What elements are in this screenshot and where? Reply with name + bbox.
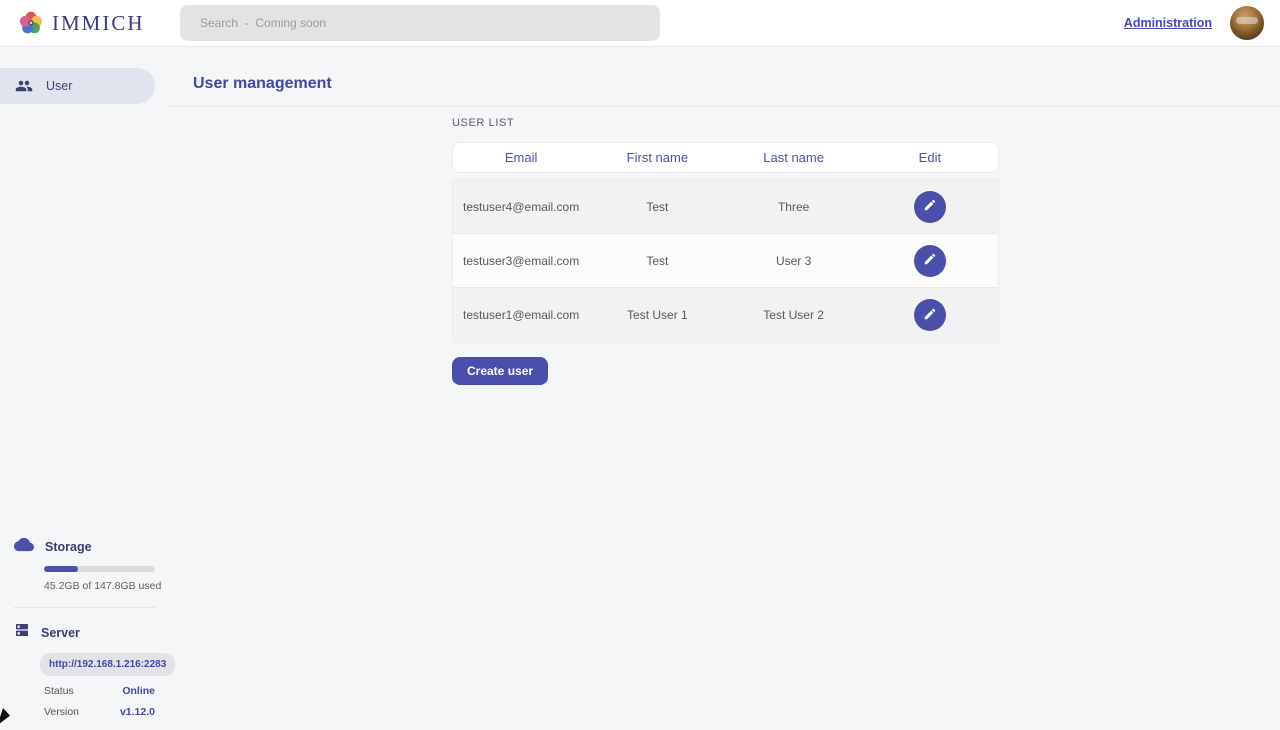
storage-usage-text: 45.2GB of 147.8GB used (44, 580, 170, 592)
cell-last-name: Three (726, 200, 862, 214)
table-row: testuser1@email.com Test User 1 Test Use… (453, 288, 998, 342)
app-title: IMMICH (52, 11, 145, 36)
storage-progress-bar (44, 566, 155, 572)
administration-link[interactable]: Administration (1124, 16, 1212, 30)
server-url-badge: http://192.168.1.216:2283 (40, 653, 175, 676)
storage-title: Storage (45, 540, 92, 554)
server-status-value: Online (122, 685, 155, 697)
sidebar-divider (14, 607, 155, 608)
storage-progress-fill (44, 566, 78, 572)
cell-first-name: Test User 1 (589, 308, 725, 322)
pencil-icon (923, 198, 937, 215)
cell-email: testuser3@email.com (453, 254, 589, 268)
server-version-value: v1.12.0 (120, 706, 155, 718)
page-title: User management (193, 75, 332, 93)
cell-email: testuser1@email.com (453, 308, 589, 322)
table-row: testuser3@email.com Test User 3 (453, 234, 998, 288)
pencil-icon (923, 252, 937, 269)
column-header-first-name: First name (589, 150, 725, 165)
sidebar-item-user[interactable]: User (0, 68, 155, 104)
edit-user-button[interactable] (914, 245, 946, 277)
create-user-button[interactable]: Create user (452, 357, 548, 385)
edit-user-button[interactable] (914, 191, 946, 223)
main-content: User management USER LIST Email First na… (170, 47, 1280, 730)
pencil-icon (923, 307, 937, 324)
user-table: testuser4@email.com Test Three testuser3… (452, 179, 999, 343)
cell-email: testuser4@email.com (453, 200, 589, 214)
users-icon (15, 77, 33, 95)
server-status-label: Status (44, 685, 74, 697)
top-navbar: IMMICH Administration (0, 0, 1280, 47)
app-logo: IMMICH (18, 10, 145, 36)
cell-first-name: Test (589, 200, 725, 214)
column-header-edit: Edit (862, 150, 998, 165)
sidebar-footer: Storage 45.2GB of 147.8GB used Server ht… (0, 537, 170, 730)
cell-last-name: Test User 2 (726, 308, 862, 322)
user-table-header: Email First name Last name Edit (452, 142, 999, 173)
edit-user-button[interactable] (914, 299, 946, 331)
server-icon (14, 622, 30, 643)
table-row: testuser4@email.com Test Three (453, 180, 998, 234)
cell-first-name: Test (589, 254, 725, 268)
cloud-icon (14, 537, 34, 557)
server-title: Server (41, 626, 80, 640)
immich-flower-icon (18, 10, 44, 36)
column-header-last-name: Last name (726, 150, 862, 165)
cell-last-name: User 3 (726, 254, 862, 268)
user-list-label: USER LIST (452, 117, 514, 129)
column-header-email: Email (453, 150, 589, 165)
server-version-label: Version (44, 706, 79, 718)
sidebar: User Storage 45.2GB of 147.8GB used Serv… (0, 47, 170, 730)
sidebar-item-label: User (46, 79, 72, 93)
user-avatar[interactable] (1230, 6, 1264, 40)
title-divider (170, 106, 1280, 107)
search-input[interactable] (180, 5, 660, 41)
